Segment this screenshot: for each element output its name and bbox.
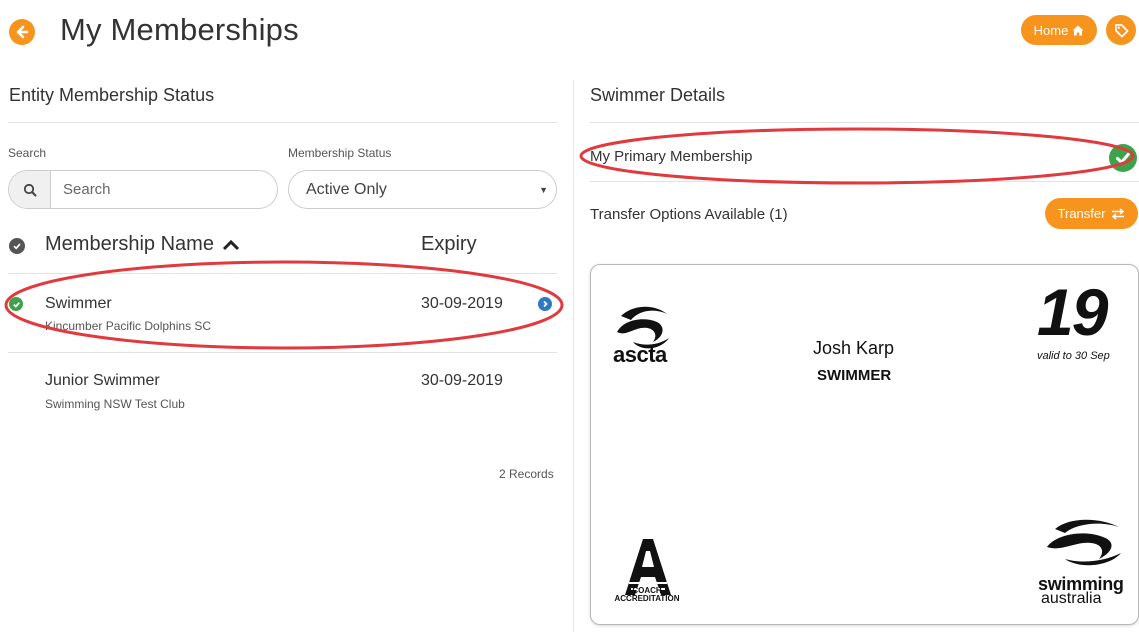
search-label: Search [8,146,47,160]
membership-expiry: 30-09-2019 [421,295,503,312]
search-icon [23,183,36,196]
transfer-button-label: Transfer [1057,206,1106,221]
membership-expiry: 30-09-2019 [421,372,503,389]
divider [590,181,1139,182]
divider [590,122,1139,123]
membership-entity: Swimming NSW Test Club [45,397,185,411]
home-button-label: Home [1033,22,1069,38]
membership-year: 19 [1037,275,1108,349]
search-icon-button[interactable] [9,171,51,208]
column-header-membership-name-label: Membership Name [45,233,214,255]
membership-status-value: Active Only [306,180,387,198]
membership-name: Swimmer [45,295,112,312]
divider [8,352,557,353]
ascta-logo-text: ascta [613,342,667,367]
divider [8,122,557,123]
member-role: SWIMMER [817,367,892,384]
swimmer-details-title: Swimmer Details [590,85,726,105]
column-header-expiry[interactable]: Expiry [421,233,477,256]
column-header-membership-name[interactable]: Membership Name [45,233,240,256]
home-button[interactable]: Home [1021,15,1097,45]
membership-status-select[interactable]: Active Only ▼ [288,170,557,209]
chevron-right-icon[interactable] [538,297,552,311]
search-input[interactable] [51,171,277,208]
tag-icon [1114,23,1128,37]
primary-membership-label: My Primary Membership [590,148,753,165]
active-check-icon [9,297,23,311]
membership-status-label: Membership Status [288,146,392,160]
membership-card: ascta Josh Karp SWIMMER 19 valid to 30 S… [590,264,1139,625]
transfer-button[interactable]: Transfer [1045,198,1138,229]
membership-entity: Kincumber Pacific Dolphins SC [45,319,212,333]
select-all-check-icon[interactable] [9,238,25,254]
divider [8,273,557,274]
swimming-australia-logo-icon [1047,519,1121,566]
home-icon [1072,25,1084,35]
member-name: Josh Karp [813,338,895,358]
coach-accreditation-text: COACH ACCREDITATION [614,586,680,604]
page-title: My Memberships [60,12,299,47]
back-button[interactable] [9,19,35,45]
records-count: 2 Records [499,467,554,481]
chevron-up-icon [222,239,240,250]
search-box [8,170,278,209]
membership-name: Junior Swimmer [45,372,160,389]
arrow-left-icon [16,25,29,39]
entity-membership-status-title: Entity Membership Status [9,85,215,105]
tag-button[interactable] [1106,15,1136,45]
caret-down-icon: ▼ [539,185,548,195]
swimming-australia-subtext: australia [1041,590,1102,607]
transfer-options-label: Transfer Options Available (1) [590,206,788,223]
transfer-arrows-icon [1112,207,1125,220]
valid-until-text: valid to 30 Sep [1037,350,1110,362]
primary-check-icon [1109,144,1137,172]
panel-divider [573,80,574,632]
